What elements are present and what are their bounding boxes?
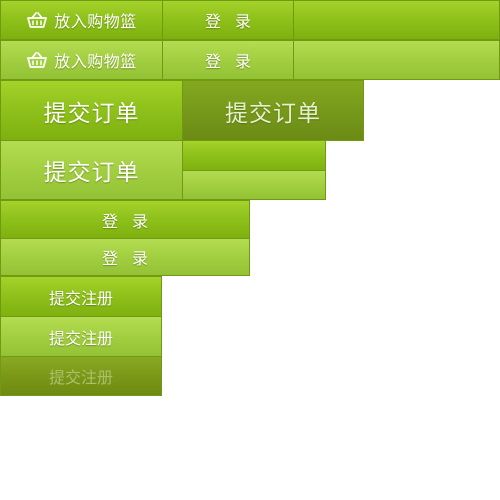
basket-icon bbox=[27, 12, 48, 28]
login-label-char: 录 bbox=[235, 12, 252, 31]
login-button-hover[interactable]: 登录 bbox=[162, 40, 294, 80]
login-label-char: 录 bbox=[235, 52, 252, 71]
submit-order-button-pressed[interactable]: 提交订单 bbox=[182, 80, 364, 141]
login-button[interactable]: 登录 bbox=[162, 0, 294, 40]
submit-register-label: 提交注册 bbox=[48, 288, 113, 308]
submit-register-button-hover[interactable]: 提交注册 bbox=[0, 316, 162, 357]
login-label-char: 录 bbox=[132, 249, 149, 268]
add-to-cart-button[interactable]: 放入购物篮 bbox=[0, 0, 163, 40]
basket-icon bbox=[27, 52, 48, 68]
submit-register-label: 提交注册 bbox=[48, 368, 113, 387]
submit-order-label: 提交订单 bbox=[225, 100, 321, 127]
submit-register-button[interactable]: 提交注册 bbox=[0, 276, 162, 317]
login-label-char: 登 bbox=[204, 52, 221, 71]
button-sprite-sheet: 放入购物篮 登录 放入购物篮 登录 提交订单 提交订单 提交订单 登录 登录 提… bbox=[0, 0, 500, 500]
blank-bar-button-hover[interactable] bbox=[182, 170, 326, 200]
blank-bar-button[interactable] bbox=[293, 0, 500, 40]
add-to-cart-label: 放入购物篮 bbox=[54, 52, 137, 71]
submit-order-label: 提交订单 bbox=[43, 100, 140, 127]
login-label-char: 登 bbox=[101, 249, 118, 268]
blank-bar-button[interactable] bbox=[182, 140, 326, 171]
add-to-cart-button-hover[interactable]: 放入购物篮 bbox=[0, 40, 163, 80]
wide-login-button[interactable]: 登录 bbox=[0, 200, 250, 239]
add-to-cart-label: 放入购物篮 bbox=[54, 12, 137, 31]
wide-login-button-hover[interactable]: 登录 bbox=[0, 238, 250, 276]
submit-order-button-hover[interactable]: 提交订单 bbox=[0, 140, 183, 200]
login-label-char: 登 bbox=[101, 211, 118, 231]
login-label-char: 录 bbox=[132, 211, 149, 231]
submit-order-button[interactable]: 提交订单 bbox=[0, 80, 183, 141]
blank-bar-button-hover[interactable] bbox=[293, 40, 500, 80]
login-label-char: 登 bbox=[204, 12, 221, 31]
submit-register-button-disabled: 提交注册 bbox=[0, 356, 162, 396]
submit-order-label: 提交订单 bbox=[43, 160, 140, 186]
submit-register-label: 提交注册 bbox=[48, 328, 113, 348]
